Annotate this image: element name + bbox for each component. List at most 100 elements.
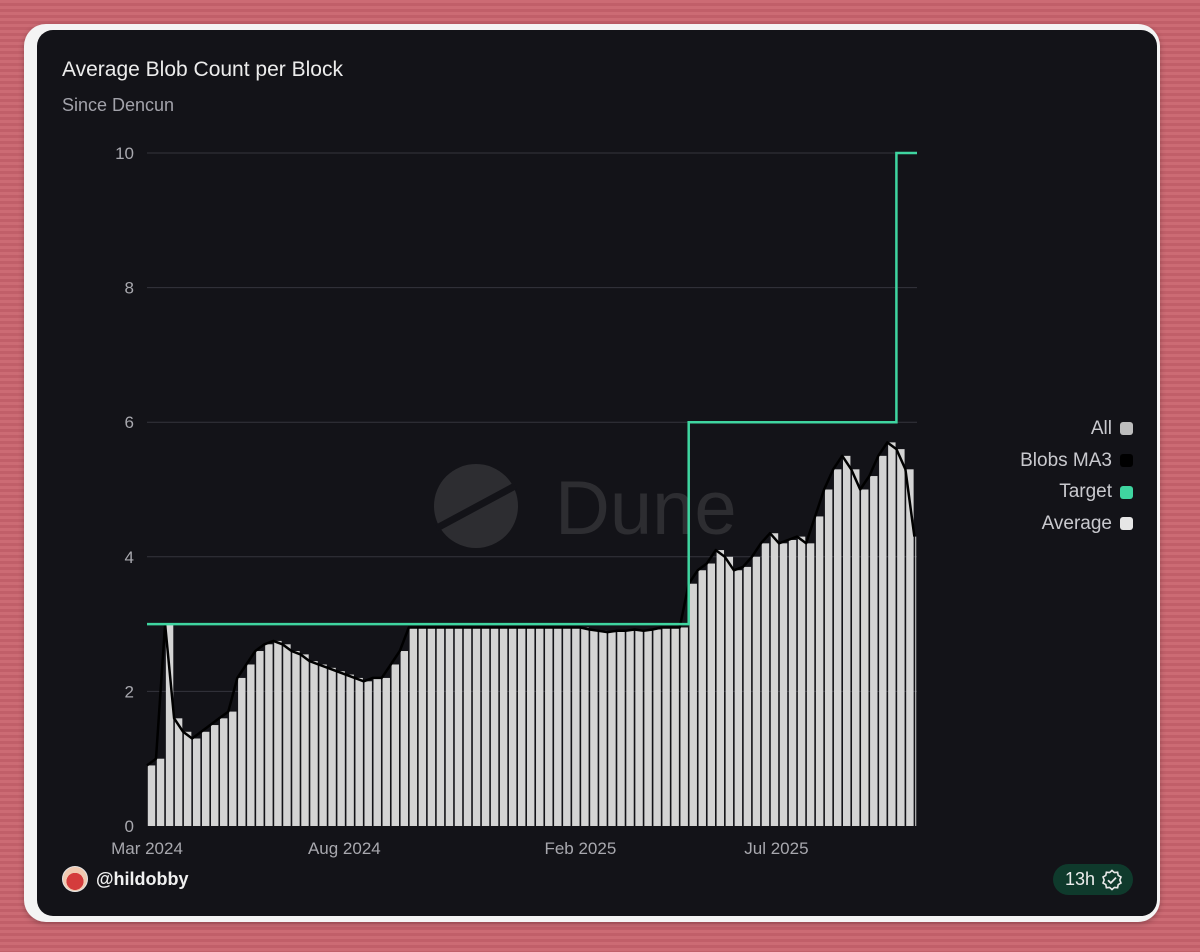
average-bar: [644, 630, 652, 826]
average-bar: [201, 731, 210, 826]
average-bar: [319, 664, 327, 826]
average-bar: [689, 583, 697, 826]
y-tick-label: 6: [125, 413, 134, 432]
average-bar: [499, 627, 508, 826]
average-bar: [445, 627, 454, 826]
average-bar: [743, 566, 752, 826]
average-bar: [192, 738, 201, 826]
average-bar: [481, 627, 490, 826]
dune-logo-watermark: Dune: [434, 464, 737, 551]
average-bar: [536, 627, 544, 826]
average-bar: [554, 627, 562, 826]
y-tick-label: 8: [125, 279, 134, 298]
legend-label: Average: [1041, 512, 1112, 534]
average-bar: [400, 651, 409, 826]
average-bar: [301, 654, 309, 826]
y-tick-label: 2: [125, 682, 134, 701]
average-bar: [779, 543, 788, 826]
average-bar: [147, 765, 156, 826]
average-bar: [463, 627, 472, 826]
average-bar: [879, 455, 887, 826]
average-bar: [346, 674, 354, 826]
average-bar: [382, 677, 390, 826]
average-bar: [707, 563, 715, 826]
average-bar: [725, 556, 734, 826]
average-bar: [517, 627, 526, 826]
average-bar: [852, 469, 860, 826]
y-tick-label: 4: [125, 548, 134, 567]
x-tick-label: Aug 2024: [308, 839, 381, 858]
chart-card: Average Blob Count per Block Since Dencu…: [37, 30, 1157, 916]
average-bar: [590, 629, 598, 826]
y-tick-label: 0: [125, 817, 134, 836]
average-bar: [328, 667, 336, 826]
legend-item-all[interactable]: All: [1020, 413, 1133, 445]
average-bar: [815, 516, 824, 826]
average-bar: [508, 627, 517, 826]
legend-label: All: [1090, 417, 1112, 439]
legend-swatch: [1120, 517, 1133, 531]
average-bar: [653, 629, 661, 826]
average-bar: [698, 570, 706, 826]
legend-swatch: [1120, 454, 1133, 468]
average-bar: [526, 627, 535, 826]
average-bar: [671, 627, 679, 826]
average-bar: [861, 489, 869, 826]
average-bar: [626, 630, 634, 826]
average-bar: [454, 627, 463, 826]
average-bar: [220, 718, 228, 826]
legend-label: Target: [1059, 481, 1112, 503]
legend-item-target[interactable]: Target: [1020, 476, 1133, 508]
x-tick-label: Jul 2025: [744, 839, 808, 858]
average-bar: [183, 731, 192, 826]
average-bar: [545, 627, 553, 826]
average-bar: [680, 627, 688, 826]
average-bar: [472, 627, 481, 826]
username[interactable]: @hildobby: [96, 869, 189, 890]
average-bar: [238, 677, 246, 826]
average-bar: [915, 536, 917, 826]
average-bar: [409, 627, 418, 826]
average-bar: [797, 536, 806, 826]
average-bar: [490, 627, 499, 826]
average-bar: [608, 632, 616, 826]
average-bar: [870, 476, 878, 826]
legend-item-average[interactable]: Average: [1020, 508, 1133, 540]
average-bar: [770, 533, 779, 826]
average-bar: [563, 627, 571, 826]
legend-item-blobs-ma3[interactable]: Blobs MA3: [1020, 445, 1133, 477]
average-bar: [174, 718, 183, 826]
average-bar: [436, 627, 445, 826]
average-bar: [373, 677, 381, 826]
verified-check-icon: [1101, 868, 1123, 891]
average-bar: [788, 539, 797, 826]
average-bar: [752, 556, 761, 826]
average-bar: [256, 651, 264, 826]
average-bar: [806, 543, 815, 826]
average-bar: [716, 550, 725, 826]
legend-label: Blobs MA3: [1020, 449, 1112, 471]
average-bar: [310, 661, 318, 826]
average-bar: [337, 671, 345, 826]
average-bar: [210, 725, 219, 826]
average-bar: [617, 630, 625, 826]
average-bar: [599, 630, 607, 826]
average-bar: [824, 489, 833, 826]
average-bar: [418, 627, 427, 826]
author[interactable]: @hildobby: [62, 866, 189, 892]
average-bar: [364, 681, 372, 826]
x-tick-label: Feb 2025: [544, 839, 616, 858]
average-bar: [897, 449, 905, 826]
age-text: 13h: [1064, 869, 1095, 889]
average-bar: [355, 677, 363, 826]
average-bar: [265, 644, 273, 826]
average-bar: [247, 664, 255, 826]
age-badge[interactable]: 13h: [1052, 864, 1133, 895]
average-bar: [842, 455, 851, 826]
legend-swatch: [1120, 422, 1133, 436]
x-tick-label: Mar 2024: [111, 839, 183, 858]
average-bar: [662, 627, 670, 826]
average-bar: [888, 442, 896, 826]
avatar[interactable]: [62, 866, 88, 892]
average-bar: [761, 543, 770, 826]
